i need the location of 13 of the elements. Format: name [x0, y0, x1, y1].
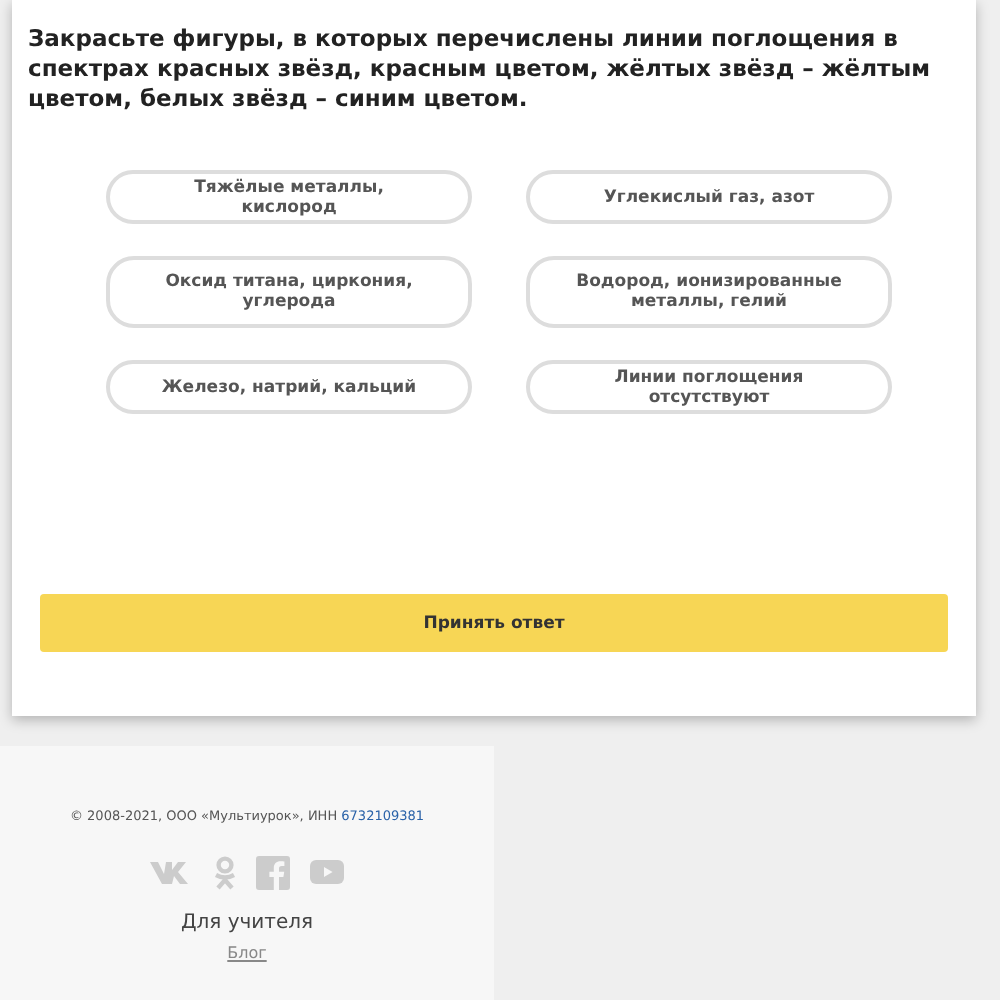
question-text: Закрасьте фигуры, в которых перечислены линии поглощения в спектрах красных звёзд, красным цветом, жёлтых звёзд – жёлтым цветом, белых звёзд – синим цветом. [28, 24, 932, 114]
youtube-icon[interactable] [310, 860, 344, 884]
answer-option[interactable]: Углекислый газ, азот [526, 170, 892, 224]
vk-icon[interactable] [150, 860, 194, 884]
submit-button[interactable]: Принять ответ [40, 594, 948, 652]
odnoklassniki-icon[interactable] [214, 855, 236, 889]
answer-option[interactable]: Тяжёлые металлы, кислород [106, 170, 472, 224]
answer-option[interactable]: Водород, ионизированные металлы, гелий [526, 256, 892, 328]
answer-option[interactable]: Линии поглощения отсутствуют [526, 360, 892, 414]
section-title: Для учителя [178, 912, 316, 934]
facebook-icon[interactable] [256, 855, 290, 889]
answer-option[interactable]: Оксид титана, циркония, углерода [106, 256, 472, 328]
answer-option[interactable]: Железо, натрий, кальций [106, 360, 472, 414]
